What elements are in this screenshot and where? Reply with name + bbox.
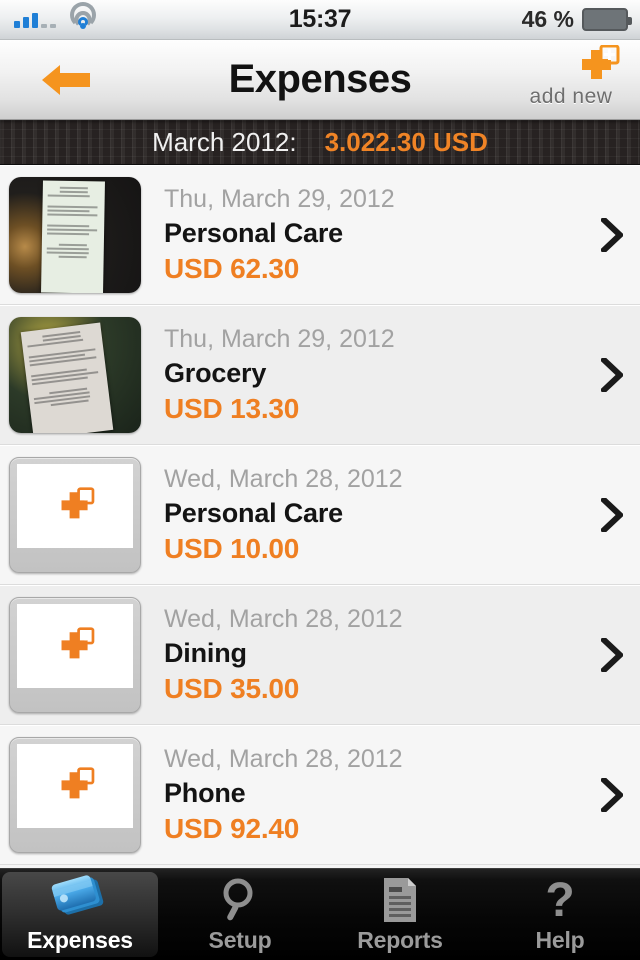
document-icon xyxy=(380,875,420,925)
placeholder-puzzle-icon xyxy=(17,463,133,548)
chevron-right-icon[interactable] xyxy=(584,777,640,812)
battery-icon xyxy=(582,8,632,31)
expense-category: Dining xyxy=(164,637,247,668)
expense-list[interactable]: Thu, March 29, 2012 Personal Care USD 62.3… xyxy=(0,165,640,868)
expense-details: Thu, March 29, 2012 Personal Care USD 62.3… xyxy=(150,185,584,285)
expense-date: Wed, March 28, 2012 xyxy=(164,604,403,633)
expense-date: Thu, March 29, 2012 xyxy=(164,184,395,213)
expense-row[interactable]: Wed, March 28, 2012 Phone USD 92.40 xyxy=(0,725,640,865)
expense-amount: USD 62.30 xyxy=(164,252,300,284)
placeholder-puzzle-icon xyxy=(17,743,133,828)
navigation-bar: Expenses add new xyxy=(0,40,640,120)
expense-details: Thu, March 29, 2012 Grocery USD 13.30 xyxy=(150,325,584,425)
expense-amount: USD 35.00 xyxy=(164,672,300,704)
tab-label: Expenses xyxy=(27,927,133,953)
tab-label: Help xyxy=(535,927,585,953)
expense-row[interactable]: Thu, March 29, 2012 Personal Care USD 62.3… xyxy=(0,165,640,305)
magnifier-icon xyxy=(217,875,263,925)
tab-bar: Expenses Setup Reports? Help xyxy=(0,868,640,960)
expense-row[interactable]: Wed, March 28, 2012 Personal Care USD 10.0… xyxy=(0,445,640,585)
expense-date: Thu, March 29, 2012 xyxy=(164,324,395,353)
tab-label: Reports xyxy=(357,927,443,953)
receipt-photo-thumbnail xyxy=(9,316,141,433)
summary-period-label: March 2012: xyxy=(152,126,297,157)
svg-text:?: ? xyxy=(545,875,574,925)
expense-category: Grocery xyxy=(164,357,267,388)
chevron-right-icon[interactable] xyxy=(584,637,640,672)
expense-date: Wed, March 28, 2012 xyxy=(164,744,403,773)
expense-thumbnail xyxy=(0,596,150,713)
tab-reports[interactable]: Reports xyxy=(322,872,478,957)
expense-thumbnail xyxy=(0,176,150,293)
summary-total-value: 3.022.30 USD xyxy=(324,126,488,157)
question-mark-icon: ? xyxy=(540,875,580,925)
add-new-puzzle-icon xyxy=(570,44,620,94)
status-bar-clock: 15:37 xyxy=(288,5,352,33)
monthly-summary-bar: March 2012: 3.022.30 USD xyxy=(0,120,640,165)
expense-amount: USD 92.40 xyxy=(164,812,300,844)
placeholder-puzzle-icon xyxy=(17,603,133,688)
tab-expenses[interactable]: Expenses xyxy=(2,872,158,957)
chevron-right-icon[interactable] xyxy=(584,357,640,392)
expense-amount: USD 13.30 xyxy=(164,392,300,424)
tab-setup[interactable]: Setup xyxy=(162,872,318,957)
expense-details: Wed, March 28, 2012 Phone USD 92.40 xyxy=(150,745,584,845)
expense-row[interactable]: Wed, March 28, 2012 Dining USD 35.00 xyxy=(0,585,640,725)
chevron-right-icon[interactable] xyxy=(584,497,640,532)
expense-row[interactable]: Thu, March 29, 2012 Grocery USD 13.30 xyxy=(0,305,640,445)
add-new-button[interactable]: add new xyxy=(516,44,626,113)
placeholder-puzzle-thumbnail xyxy=(9,596,141,713)
expense-category: Personal Care xyxy=(164,497,343,528)
expense-amount: USD 10.00 xyxy=(164,532,300,564)
placeholder-puzzle-thumbnail xyxy=(9,736,141,853)
expense-category: Personal Care xyxy=(164,217,343,248)
app-screen: 15:37 46 % Expenses add new March 2012: … xyxy=(0,0,640,960)
status-bar: 15:37 46 % xyxy=(0,0,640,40)
expense-thumbnail xyxy=(0,456,150,573)
expenses-cards-icon xyxy=(50,875,110,925)
expense-details: Wed, March 28, 2012 Dining USD 35.00 xyxy=(150,605,584,705)
placeholder-puzzle-thumbnail xyxy=(9,456,141,573)
expense-category: Phone xyxy=(164,777,246,808)
receipt-photo-thumbnail xyxy=(9,176,141,293)
tab-label: Setup xyxy=(208,927,272,953)
expense-date: Wed, March 28, 2012 xyxy=(164,464,403,493)
chevron-right-icon[interactable] xyxy=(584,217,640,252)
expense-details: Wed, March 28, 2012 Personal Care USD 10.0… xyxy=(150,465,584,565)
expense-thumbnail xyxy=(0,316,150,433)
tab-help[interactable]: ? Help xyxy=(482,872,638,957)
expense-thumbnail xyxy=(0,736,150,853)
